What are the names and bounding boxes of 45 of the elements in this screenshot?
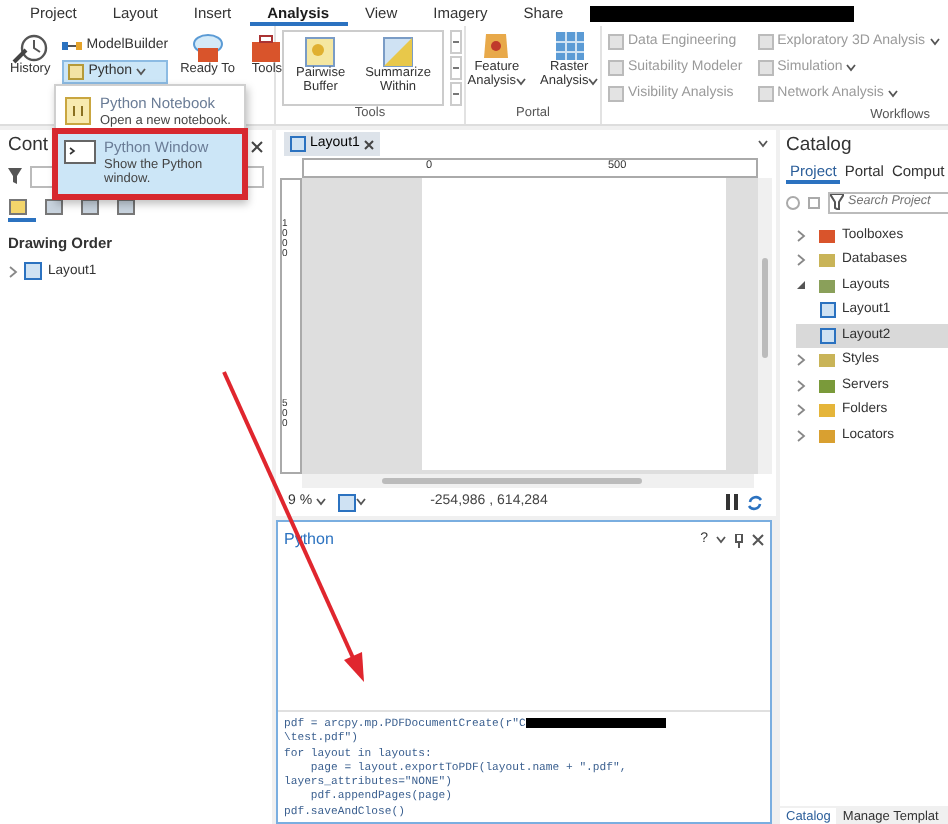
close-icon[interactable] xyxy=(752,534,764,546)
pane-title: Cont xyxy=(8,136,49,158)
redaction-bar xyxy=(525,718,666,729)
selection-icon[interactable] xyxy=(44,197,64,216)
layout-icon xyxy=(24,262,42,281)
raster-analysis-icon xyxy=(553,30,586,62)
layers-icon[interactable] xyxy=(80,197,100,216)
horizontal-scrollbar[interactable] xyxy=(302,474,754,488)
close-icon[interactable] xyxy=(250,139,264,154)
history-icon xyxy=(12,32,49,64)
scroll-down-icon[interactable] xyxy=(450,56,463,80)
notebook-icon xyxy=(64,96,92,126)
feature-analysis-icon xyxy=(480,30,513,62)
pin-icon[interactable] xyxy=(734,533,744,547)
labels-icon[interactable] xyxy=(116,197,136,216)
tab-menu-icon xyxy=(758,140,768,148)
caret-icon xyxy=(588,78,599,87)
model-icon xyxy=(62,39,83,53)
caret-icon xyxy=(316,498,327,506)
cloud-toolbox-icon xyxy=(191,32,224,64)
expand-icon xyxy=(8,265,18,278)
caret-icon xyxy=(846,64,857,72)
python-icon xyxy=(68,64,85,80)
vertical-scrollbar[interactable] xyxy=(758,178,772,474)
dropdown-caret-icon xyxy=(136,68,147,76)
close-icon xyxy=(363,139,374,149)
scroll-up-icon[interactable] xyxy=(450,30,463,54)
options-icon xyxy=(716,536,726,544)
caret-icon xyxy=(887,90,898,98)
buffer-icon xyxy=(304,36,337,68)
toolbox-icon xyxy=(250,32,283,64)
pause-icon[interactable] xyxy=(726,494,738,510)
filter-icon xyxy=(830,194,844,211)
drawing-order-icon[interactable] xyxy=(8,197,28,216)
console-icon xyxy=(64,140,96,165)
pane-title: Catalog xyxy=(786,136,854,158)
filter-icon[interactable] xyxy=(8,168,22,185)
summarize-icon xyxy=(382,36,414,68)
caret-icon xyxy=(516,78,526,87)
caret-icon xyxy=(356,498,367,506)
layout-icon xyxy=(290,136,306,152)
fit-page-icon[interactable] xyxy=(338,493,357,511)
caret-icon xyxy=(929,38,940,46)
collapse-icon xyxy=(796,280,806,291)
expand-gallery-icon[interactable] xyxy=(450,82,463,106)
